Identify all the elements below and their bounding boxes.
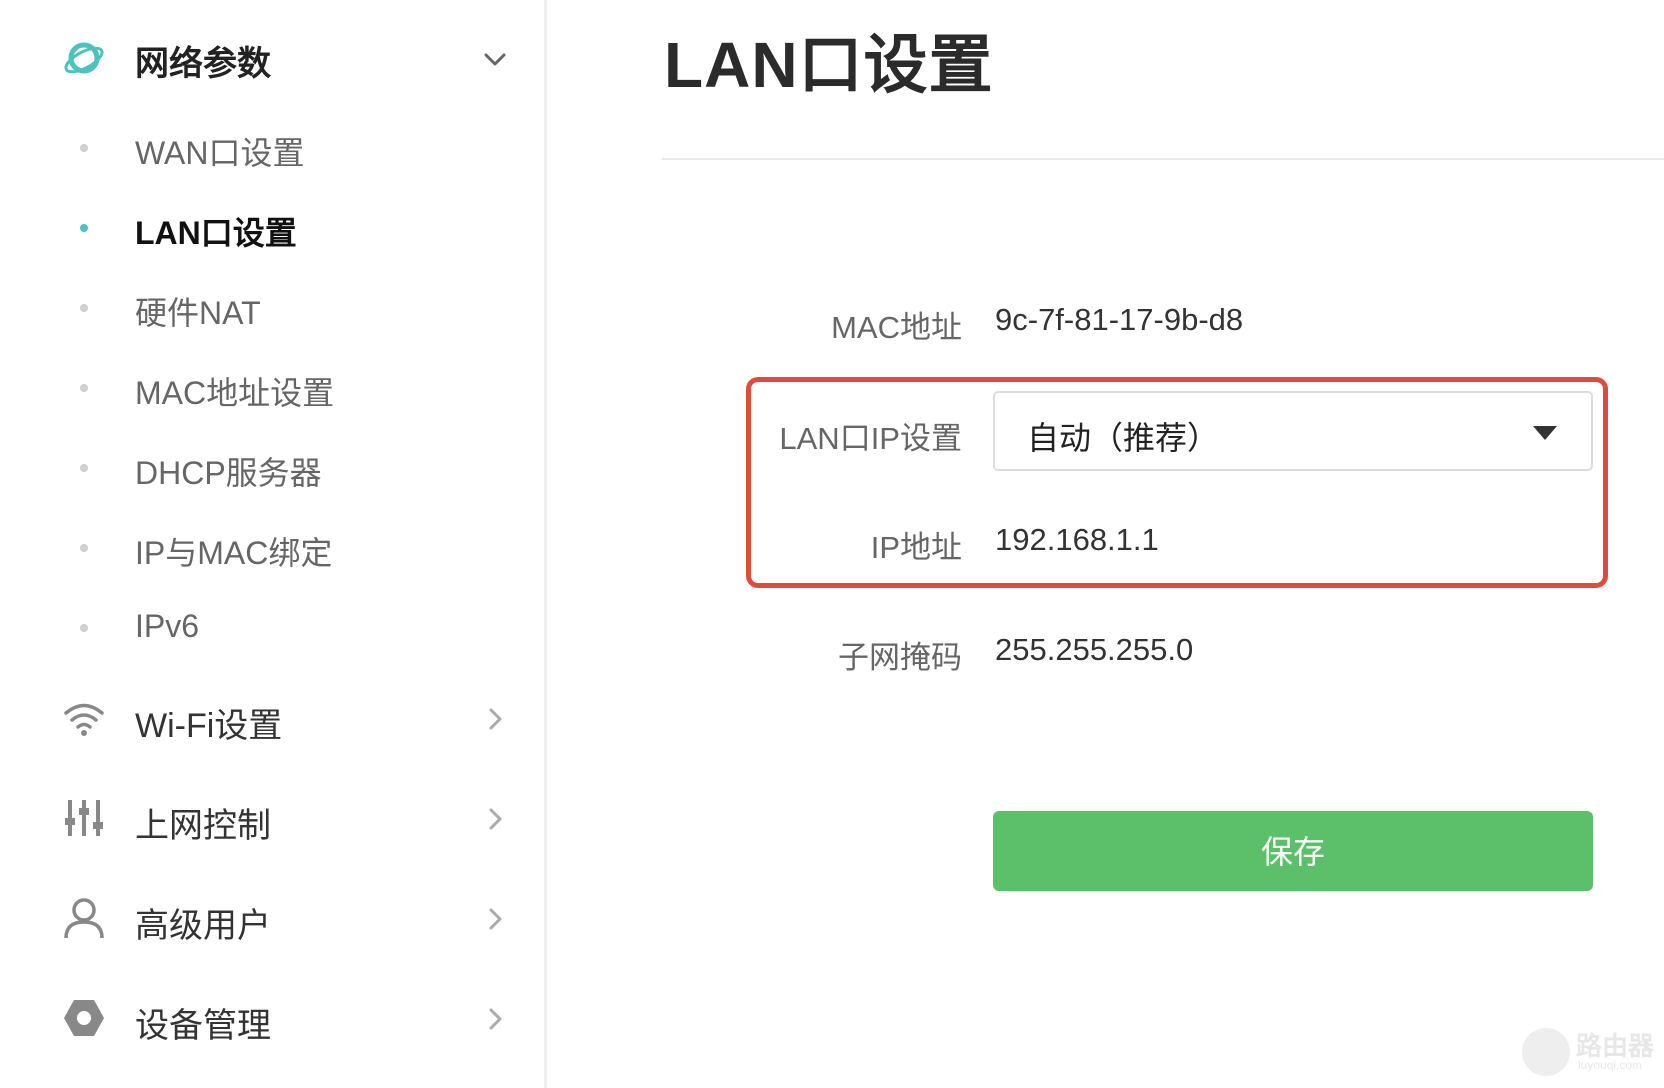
- mac-value: 9c-7f-81-17-9b-d8: [995, 302, 1244, 337]
- sidebar-group-label: 高级用户: [135, 907, 271, 945]
- sidebar-item-label: IPv6: [135, 608, 200, 644]
- user-icon: [62, 896, 106, 940]
- sidebar-item-label: IP与MAC绑定: [135, 535, 333, 571]
- chevron-right-icon: [482, 906, 508, 932]
- sidebar: 网络参数 WAN口设置 LAN口设置 硬件NAT MAC地址设置 DHCP服务器…: [0, 0, 547, 1088]
- subnet-mask-value: 255.255.255.0: [995, 632, 1194, 667]
- planet-icon: [62, 36, 106, 80]
- hexagon-icon: [62, 996, 106, 1040]
- sliders-icon: [62, 796, 106, 840]
- sidebar-group-access-control[interactable]: 上网控制: [0, 778, 544, 858]
- page-title: LAN口设置: [664, 29, 994, 101]
- bullet-icon: [80, 544, 88, 552]
- mac-label: MAC地址: [831, 310, 962, 345]
- ip-address-value: 192.168.1.1: [995, 522, 1159, 557]
- bullet-icon: [80, 384, 88, 392]
- bullet-icon: [80, 464, 88, 472]
- save-button[interactable]: 保存: [993, 811, 1593, 891]
- chevron-right-icon: [482, 1006, 508, 1032]
- wifi-icon: [62, 696, 106, 740]
- sidebar-item-hardware-nat[interactable]: 硬件NAT: [0, 276, 544, 340]
- chevron-right-icon: [482, 706, 508, 732]
- sidebar-group-device-management[interactable]: 设备管理: [0, 978, 544, 1058]
- lan-ip-mode-label: LAN口IP设置: [779, 421, 962, 456]
- bullet-icon: [80, 624, 88, 632]
- caret-down-icon: [1533, 426, 1557, 440]
- sidebar-item-lan[interactable]: LAN口设置: [0, 196, 544, 260]
- sidebar-group-label: 上网控制: [135, 807, 271, 845]
- sidebar-item-ip-mac-binding[interactable]: IP与MAC绑定: [0, 516, 544, 580]
- sidebar-item-dhcp[interactable]: DHCP服务器: [0, 436, 544, 500]
- chevron-right-icon: [482, 806, 508, 832]
- chevron-down-icon: [482, 46, 508, 72]
- bullet-icon: [80, 224, 88, 232]
- sidebar-group-label: 设备管理: [135, 1007, 271, 1045]
- sidebar-group-advanced-user[interactable]: 高级用户: [0, 878, 544, 958]
- sidebar-group-wifi[interactable]: Wi-Fi设置: [0, 678, 544, 758]
- subnet-mask-label: 子网掩码: [838, 640, 962, 675]
- sidebar-item-mac-address[interactable]: MAC地址设置: [0, 356, 544, 420]
- sidebar-group-label: 网络参数: [135, 45, 271, 83]
- title-divider: [662, 158, 1664, 160]
- lan-ip-mode-select[interactable]: 自动（推荐）: [993, 391, 1593, 471]
- bullet-icon: [80, 304, 88, 312]
- select-value: 自动（推荐）: [1027, 420, 1220, 456]
- router-logo-icon: [1522, 1028, 1570, 1076]
- sidebar-group-network[interactable]: 网络参数: [0, 18, 544, 98]
- sidebar-item-label: LAN口设置: [135, 215, 297, 251]
- watermark-subtext: luyouqi.com: [1578, 1058, 1643, 1072]
- sidebar-item-ipv6[interactable]: IPv6: [0, 596, 544, 660]
- sidebar-item-wan[interactable]: WAN口设置: [0, 116, 544, 180]
- watermark: 路由器 luyouqi.com: [1522, 1022, 1664, 1088]
- ip-address-label: IP地址: [870, 530, 962, 565]
- sidebar-item-label: DHCP服务器: [135, 455, 322, 491]
- sidebar-item-label: WAN口设置: [135, 135, 305, 171]
- sidebar-group-label: Wi-Fi设置: [135, 707, 283, 745]
- sidebar-item-label: MAC地址设置: [135, 375, 335, 411]
- bullet-icon: [80, 144, 88, 152]
- sidebar-item-label: 硬件NAT: [135, 295, 261, 331]
